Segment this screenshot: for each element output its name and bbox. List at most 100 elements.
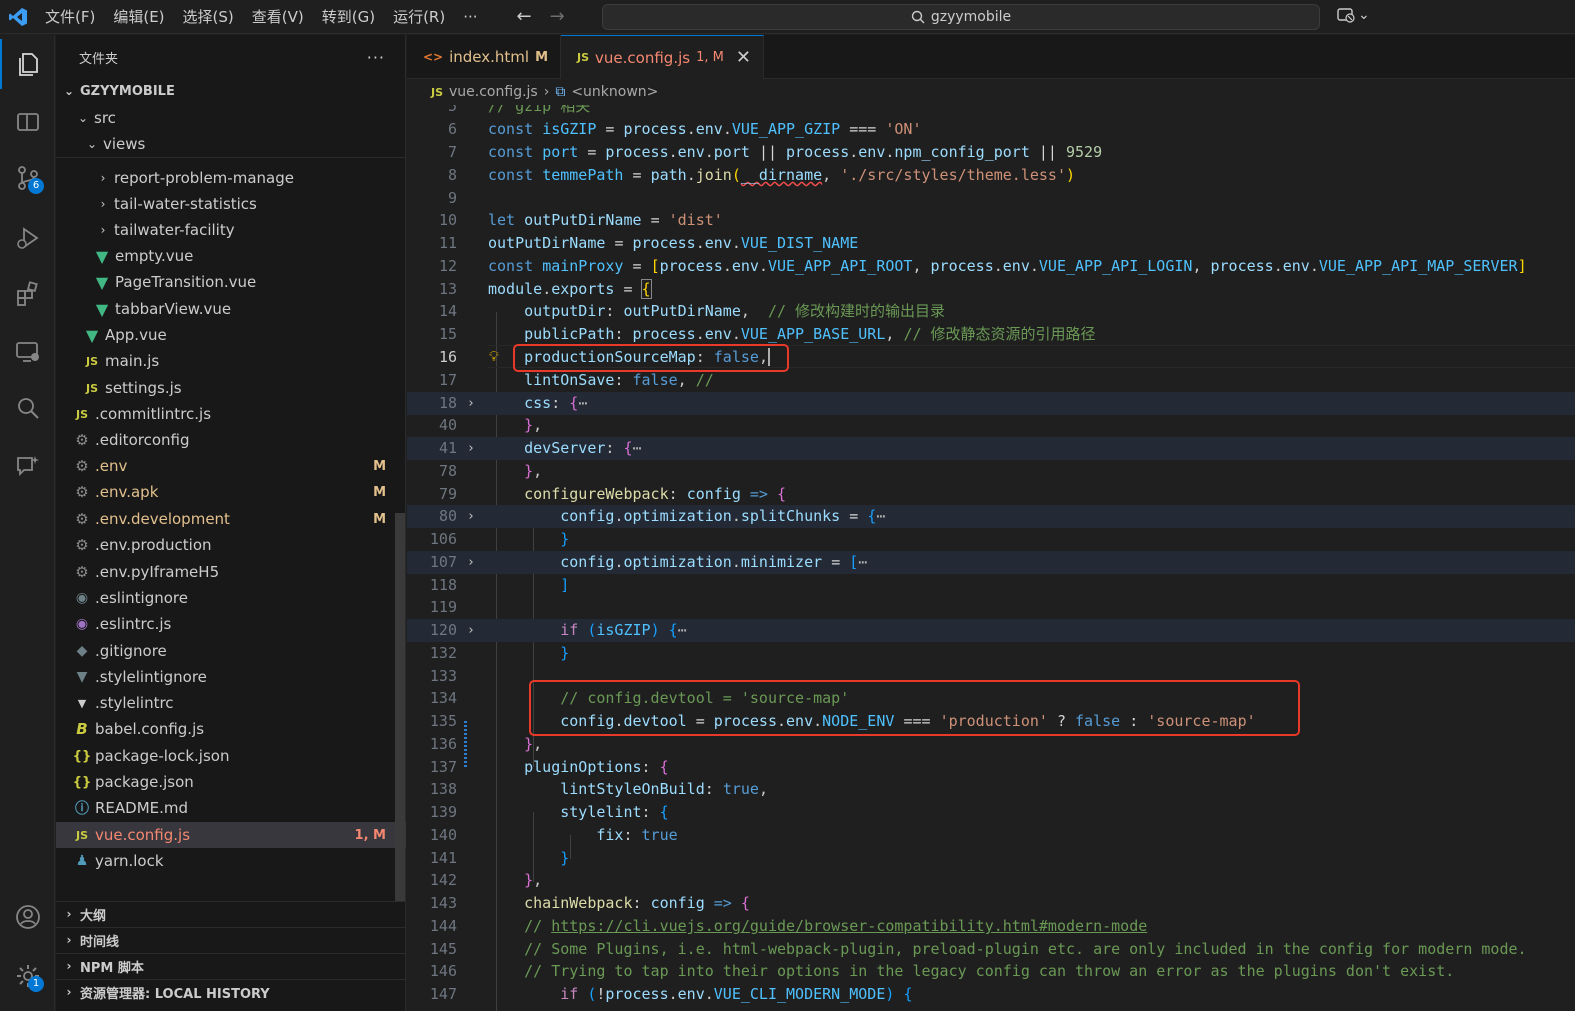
chat-icon[interactable] bbox=[0, 441, 55, 491]
tree-file-settings-js[interactable]: JS settings.js bbox=[56, 375, 406, 401]
tree-file-gitignore[interactable]: ◆ .gitignore bbox=[56, 638, 406, 664]
fold-chevron-icon[interactable]: › bbox=[467, 392, 475, 415]
section-local-history[interactable]: › 资源管理器: LOCAL HISTORY bbox=[56, 979, 406, 1005]
tree-file-package-lock[interactable]: {} package-lock.json bbox=[56, 743, 406, 769]
code-line: 79 configureWebpack: config => { bbox=[407, 483, 1575, 506]
tree-folder-report-problem-manage[interactable]: › report-problem-manage bbox=[56, 165, 406, 191]
fold-chevron-icon[interactable]: › bbox=[467, 505, 475, 528]
explorer-icon[interactable] bbox=[0, 39, 55, 89]
fold-chevron-icon[interactable]: › bbox=[467, 437, 475, 460]
tree-file-env-development[interactable]: ⚙ .env.development M bbox=[56, 506, 406, 532]
tree-label: .gitignore bbox=[95, 642, 167, 660]
chevron-right-icon: › bbox=[100, 171, 106, 185]
tree-file-main-js[interactable]: JS main.js bbox=[56, 348, 406, 374]
tree-file-commitlintrc[interactable]: JS .commitlintrc.js bbox=[56, 401, 406, 427]
tree-folder-tailwater-facility[interactable]: › tailwater-facility bbox=[56, 217, 406, 243]
line-number: 8 bbox=[447, 166, 457, 184]
yarn-icon: ♟ bbox=[75, 853, 89, 869]
tree-label: .env.pyIframeH5 bbox=[95, 563, 220, 581]
js-file-icon: JS bbox=[75, 828, 88, 842]
breadcrumb-symbol[interactable]: <unknown> bbox=[571, 84, 658, 100]
tree-file-app-vue[interactable]: ▼ App.vue bbox=[56, 322, 406, 348]
line-number: 145 bbox=[429, 940, 457, 958]
close-icon[interactable]: ✕ bbox=[736, 47, 751, 68]
code-editor[interactable]: 5// gzip 相关 6 const isGZIP = process.env.… bbox=[407, 105, 1575, 1011]
line-number: 134 bbox=[429, 689, 457, 707]
tab-index-html[interactable]: <> index.html M bbox=[407, 35, 562, 79]
tree-file-readme[interactable]: ⓘ README.md bbox=[56, 795, 406, 821]
vue-file-icon: ▼ bbox=[95, 299, 109, 319]
tree-file-pagetransition-vue[interactable]: ▼ PageTransition.vue bbox=[56, 269, 406, 295]
code-line: 14 outputDir: outPutDirName, // 修改构建时的输出… bbox=[407, 300, 1575, 323]
tree-file-eslintignore[interactable]: ◉ .eslintignore bbox=[56, 585, 406, 611]
menu-run[interactable]: 运行(R) bbox=[384, 0, 454, 34]
tree-label: package-lock.json bbox=[95, 747, 230, 765]
menu-go[interactable]: 转到(G) bbox=[313, 0, 384, 34]
tree-file-env-production[interactable]: ⚙ .env.production bbox=[56, 532, 406, 558]
menu-more[interactable]: ··· bbox=[454, 0, 486, 34]
manage-gear-icon[interactable]: 1 bbox=[0, 951, 55, 1001]
account-icon[interactable] bbox=[0, 892, 55, 942]
tree-file-package-json[interactable]: {} package.json bbox=[56, 769, 406, 795]
config-gear-icon: ⚙ bbox=[75, 536, 89, 554]
menu-edit[interactable]: 编辑(E) bbox=[104, 0, 173, 34]
tree-label: report-problem-manage bbox=[114, 169, 294, 187]
section-npm-scripts[interactable]: › NPM 脚本 bbox=[56, 953, 406, 979]
workspace-root[interactable]: ⌄ GZYYMOBILE bbox=[56, 78, 406, 104]
line-number: 143 bbox=[429, 894, 457, 912]
breadcrumb-file[interactable]: vue.config.js bbox=[449, 84, 538, 100]
tree-file-env-pyiframeh5[interactable]: ⚙ .env.pyIframeH5 bbox=[56, 559, 406, 585]
section-timeline[interactable]: › 时间线 bbox=[56, 927, 406, 953]
line-number: 139 bbox=[429, 803, 457, 821]
tree-label: .env.development bbox=[95, 510, 230, 528]
fold-chevron-icon[interactable]: › bbox=[467, 551, 475, 574]
line-number: 78 bbox=[438, 462, 457, 480]
line-number: 5 bbox=[447, 105, 457, 115]
tree-file-babel-config[interactable]: B babel.config.js bbox=[56, 716, 406, 742]
tree-file-vue-config[interactable]: JS vue.config.js 1, M bbox=[56, 822, 406, 848]
back-arrow-icon[interactable]: ← bbox=[517, 6, 532, 27]
eslint-icon: ◉ bbox=[75, 616, 89, 632]
line-number: 10 bbox=[438, 211, 457, 229]
code-line: 120 › if (isGZIP) {⋯ bbox=[407, 619, 1575, 642]
tree-file-stylelintignore[interactable]: ▼ .stylelintignore bbox=[56, 664, 406, 690]
source-control-icon[interactable]: 6 bbox=[0, 153, 55, 203]
run-debug-icon[interactable] bbox=[0, 213, 55, 263]
forward-arrow-icon[interactable]: → bbox=[550, 6, 565, 27]
line-number: 15 bbox=[438, 325, 457, 343]
fold-chevron-icon[interactable]: › bbox=[467, 619, 475, 642]
chevron-down-icon: ⌄ bbox=[77, 111, 89, 125]
code-line: 13 module.exports = { bbox=[407, 278, 1575, 301]
remote-explorer-icon[interactable] bbox=[0, 327, 55, 377]
tree-file-stylelintrc[interactable]: ▼ .stylelintrc bbox=[56, 690, 406, 716]
tree-label: views bbox=[103, 135, 146, 153]
tree-file-yarn-lock[interactable]: ♟ yarn.lock bbox=[56, 848, 406, 874]
sidebar-scrollbar[interactable] bbox=[395, 513, 405, 901]
extensions-icon[interactable] bbox=[0, 269, 55, 319]
menu-view[interactable]: 查看(V) bbox=[243, 0, 313, 34]
tree-label: empty.vue bbox=[115, 247, 194, 265]
menu-file[interactable]: 文件(F) bbox=[36, 0, 104, 34]
tree-folder-src[interactable]: ⌄ src bbox=[56, 105, 406, 131]
tree-file-tabbarview-vue[interactable]: ▼ tabbarView.vue bbox=[56, 296, 406, 322]
tree-file-env-apk[interactable]: ⚙ .env.apk M bbox=[56, 479, 406, 505]
vue-file-icon: ▼ bbox=[85, 325, 99, 345]
tree-folder-tail-water-statistics[interactable]: › tail-water-statistics bbox=[56, 191, 406, 217]
tree-folder-views[interactable]: ⌄ views bbox=[56, 131, 406, 157]
tree-label: .stylelintrc bbox=[95, 694, 174, 712]
command-center-search[interactable]: gzyymobile bbox=[602, 4, 1320, 30]
tab-vue-config-js[interactable]: JS vue.config.js 1, M ✕ bbox=[561, 35, 764, 79]
menu-selection[interactable]: 选择(S) bbox=[174, 0, 243, 34]
section-outline[interactable]: › 大纲 bbox=[56, 901, 406, 927]
more-actions-icon[interactable]: ··· bbox=[367, 48, 385, 67]
tree-file-env[interactable]: ⚙ .env M bbox=[56, 453, 406, 479]
copilot-menu[interactable]: ⌄ bbox=[1336, 6, 1370, 24]
line-number: 14 bbox=[438, 302, 457, 320]
tree-file-editorconfig[interactable]: ⚙ .editorconfig bbox=[56, 427, 406, 453]
layout-panels-icon[interactable] bbox=[0, 97, 55, 147]
code-line: 41 › devServer: {⋯ bbox=[407, 437, 1575, 460]
search-sidebar-icon[interactable] bbox=[0, 383, 55, 433]
tree-file-empty-vue[interactable]: ▼ empty.vue bbox=[56, 243, 406, 269]
tree-label: settings.js bbox=[105, 379, 182, 397]
tree-file-eslintrc[interactable]: ◉ .eslintrc.js bbox=[56, 611, 406, 637]
